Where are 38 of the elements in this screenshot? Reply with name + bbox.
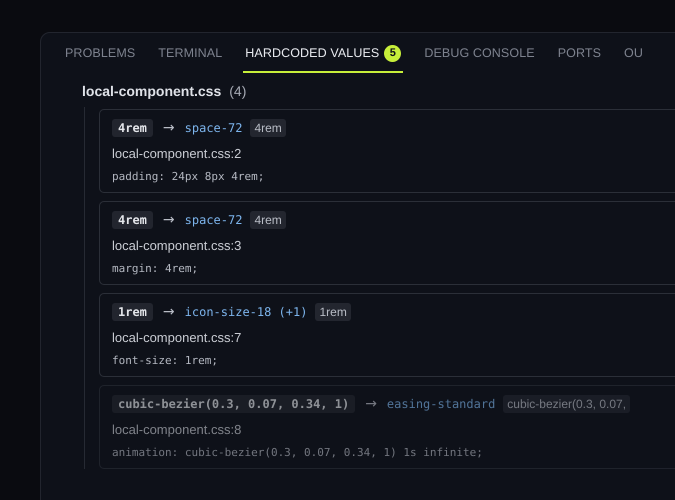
code-line: padding: 24px 8px 4rem; <box>112 170 266 183</box>
code-line: animation: cubic-bezier(0.3, 0.07, 0.34, 1) 1s infinite; <box>112 446 484 459</box>
hardcoded-value: cubic-bezier(0.3, 0.07, 0.34, 1) <box>112 395 356 413</box>
token-name: space-72 <box>184 121 242 135</box>
file-name: local-component.css <box>82 83 222 99</box>
token-value: 1rem <box>315 303 351 321</box>
file-location: local-component.css:8 <box>112 422 242 437</box>
result-card[interactable]: 1rem → icon-size-18 (+1) 1rem local-component.css:7 font-size: 1rem; <box>99 293 675 377</box>
token-name: space-72 <box>184 213 242 227</box>
hardcoded-value: 1rem <box>112 303 153 321</box>
hardcoded-value: 4rem <box>112 119 153 137</box>
panel-tab[interactable]: PROBLEMS <box>63 35 138 73</box>
code-line: margin: 4rem; <box>112 262 200 275</box>
code-line: font-size: 1rem; <box>112 354 219 367</box>
arrow-glyph: → <box>162 120 175 136</box>
token-value: 4rem <box>250 119 286 137</box>
arrow-glyph: → <box>365 396 377 412</box>
token-name: easing-standard <box>386 397 496 411</box>
result-card[interactable]: 4rem → space-72 4rem local-component.css:3 margin: 4rem; <box>99 201 675 285</box>
hardcoded-value: 4rem <box>112 211 153 229</box>
result-card[interactable]: cubic-bezier(0.3, 0.07, 0.34, 1) → easing-standard cubic-bezier(0.3, 0.07, local-component.css:8 animation: cubic-bezier(0.3, 0.07, 0.34, 1) 1s infinite; <box>99 385 675 469</box>
count-badge: 5 <box>384 44 402 62</box>
token-value: cubic-bezier(0.3, 0.07, <box>503 395 630 413</box>
arrow-glyph: → <box>162 304 175 320</box>
panel-tab[interactable]: DEBUG CONSOLE <box>422 35 537 73</box>
result-card[interactable]: 4rem → space-72 4rem local-component.css:2 padding: 24px 8px 4rem; <box>99 109 675 193</box>
tab-label: HARDCODED VALUES <box>245 46 380 60</box>
token-value: 4rem <box>250 211 286 229</box>
panel-tab[interactable]: TERMINAL <box>156 35 224 73</box>
issue-count: (4) <box>229 83 246 99</box>
file-location: local-component.css:7 <box>112 330 242 345</box>
file-location: local-component.css:3 <box>112 238 242 253</box>
panel-tab[interactable]: PORTS <box>556 35 604 73</box>
panel-tab[interactable]: HARDCODED VALUES 5 <box>243 35 404 73</box>
token-name: icon-size-18 (+1) <box>184 305 308 319</box>
arrow-glyph: → <box>162 212 175 228</box>
file-location: local-component.css:2 <box>112 146 242 161</box>
panel-tab[interactable]: OU <box>622 35 645 73</box>
